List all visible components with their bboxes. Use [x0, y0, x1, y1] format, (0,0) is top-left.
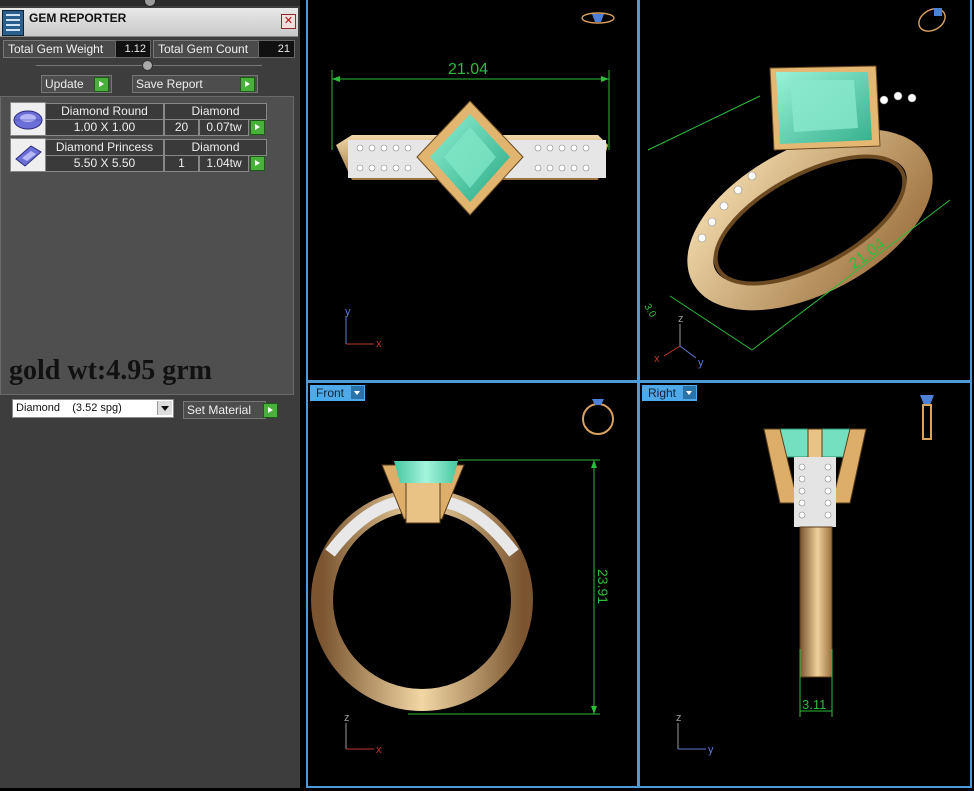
save-report-button[interactable]: Save Report: [132, 75, 258, 93]
gem-count: 1: [164, 155, 199, 172]
axis-indicator: z y: [676, 712, 714, 756]
total-gem-count-value: 21: [258, 40, 295, 58]
gem-go-button[interactable]: [250, 120, 265, 135]
right-dimension-label: 3.11: [802, 697, 826, 712]
gem-name: Diamond Round: [45, 103, 164, 120]
viewport-perspective[interactable]: 21.04 3.0 z x y: [638, 0, 972, 382]
gem-material: Diamond: [164, 139, 267, 156]
front-dimension-label: 23.91: [595, 569, 611, 604]
viewport-area: 21.04 y x 21.04 3.0 z x y Front 23.91 z …: [300, 0, 974, 788]
axis-y-label: y: [708, 744, 714, 756]
gem-reporter-icon: [2, 10, 24, 36]
chevron-down-icon[interactable]: [683, 386, 697, 399]
gem-size: 5.50 X 5.50: [45, 155, 164, 172]
axis-x-label: x: [654, 353, 660, 365]
axis-y-label: y: [345, 306, 351, 318]
viewport-right[interactable]: Right 3.11 z y: [638, 381, 972, 788]
view-cube-icon[interactable]: [920, 395, 934, 440]
viewport-front[interactable]: Front 23.91 z x: [306, 381, 639, 788]
total-gem-weight-label: Total Gem Weight: [3, 40, 117, 58]
material-select[interactable]: Diamond (3.52 spg): [12, 399, 174, 418]
panel-titlebar: GEM REPORTER ✕: [0, 8, 298, 37]
perspective-side-label: 3.0: [641, 302, 658, 320]
tab-right[interactable]: Right: [642, 385, 698, 401]
gem-weight: 0.07tw: [199, 119, 249, 136]
chevron-down-icon[interactable]: [351, 386, 365, 399]
axis-indicator: z x y: [654, 313, 704, 369]
update-button-label: Update: [45, 77, 84, 91]
axis-z-label: z: [676, 712, 682, 724]
update-button[interactable]: Update: [41, 75, 112, 93]
gem-count: 20: [164, 119, 199, 136]
view-cube-icon[interactable]: [581, 12, 615, 24]
view-cube-icon[interactable]: [582, 399, 614, 435]
total-gem-count-label: Total Gem Count: [153, 40, 259, 58]
axis-z-label: z: [344, 712, 350, 724]
top-dimension-label: 21.04: [448, 61, 488, 78]
gem-reporter-panel: GEM REPORTER ✕ Total Gem Weight 1.12 Tot…: [0, 0, 300, 788]
splitter-handle[interactable]: [144, 0, 156, 7]
panel-title: GEM REPORTER: [29, 11, 127, 25]
gem-size: 1.00 X 1.00: [45, 119, 164, 136]
gold-weight-note: gold wt:4.95 grm: [9, 355, 212, 386]
axis-indicator: z x: [344, 712, 382, 756]
set-material-go-icon[interactable]: [263, 403, 278, 418]
axis-x-label: x: [376, 744, 382, 756]
panel-top-splitter[interactable]: [0, 0, 300, 7]
material-spg: (3.52 spg): [72, 402, 122, 414]
update-go-icon[interactable]: [94, 77, 109, 92]
set-material-label: Set Material: [187, 403, 252, 417]
gem-weight: 1.04tw: [199, 155, 249, 172]
set-material-button[interactable]: Set Material: [183, 401, 278, 419]
axis-y-label: y: [698, 357, 704, 369]
princess-gem-icon[interactable]: [10, 138, 46, 172]
total-gem-weight-value: 1.12: [115, 40, 151, 58]
tab-right-label: Right: [648, 386, 677, 400]
tab-front[interactable]: Front: [310, 385, 366, 401]
round-gem-icon[interactable]: [10, 102, 46, 136]
save-report-go-icon[interactable]: [240, 77, 255, 92]
view-cube-icon[interactable]: [915, 4, 949, 35]
chevron-down-icon[interactable]: [157, 401, 172, 415]
gem-material: Diamond: [164, 103, 267, 120]
gem-name: Diamond Princess: [45, 139, 164, 156]
gem-list: Diamond Round Diamond 1.00 X 1.00 20 0.0…: [0, 96, 294, 395]
axis-z-label: z: [678, 313, 684, 325]
gem-go-button[interactable]: [250, 156, 265, 171]
material-name: Diamond: [16, 402, 61, 414]
axis-x-label: x: [376, 338, 382, 350]
save-report-label: Save Report: [136, 77, 203, 91]
tab-front-label: Front: [316, 386, 345, 400]
section-separator[interactable]: [36, 60, 262, 71]
separator-handle[interactable]: [142, 60, 153, 71]
axis-indicator: y x: [345, 306, 382, 350]
close-button[interactable]: ✕: [281, 14, 296, 29]
viewport-top[interactable]: 21.04 y x: [306, 0, 639, 382]
